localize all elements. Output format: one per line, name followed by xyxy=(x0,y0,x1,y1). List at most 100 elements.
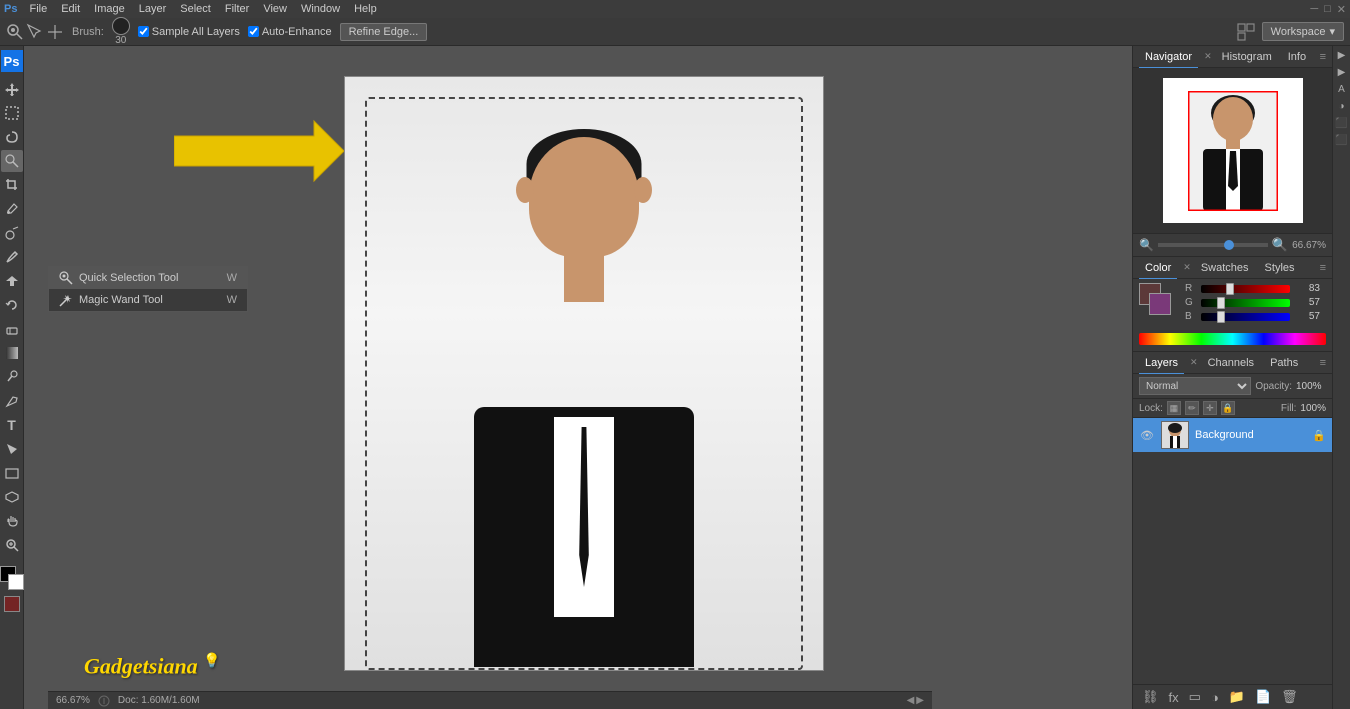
hand-tool[interactable] xyxy=(1,510,23,532)
menu-select[interactable]: Select xyxy=(174,0,217,18)
dodge-tool[interactable] xyxy=(1,366,23,388)
red-label: R xyxy=(1185,283,1197,294)
layer-new-button[interactable]: 📄 xyxy=(1252,688,1274,706)
restore-button[interactable]: □ xyxy=(1324,3,1331,16)
eyedropper-tool[interactable] xyxy=(1,198,23,220)
quick-selection-tool[interactable] xyxy=(1,150,23,172)
menu-image[interactable]: Image xyxy=(88,0,131,18)
refine-edge-button[interactable]: Refine Edge... xyxy=(340,23,428,41)
workspace-button[interactable]: Workspace ▾ xyxy=(1262,22,1344,41)
layers-expand-icon[interactable]: ≡ xyxy=(1320,357,1326,369)
lock-position[interactable]: ✛ xyxy=(1203,401,1217,415)
red-slider-thumb[interactable] xyxy=(1226,283,1234,295)
eraser-tool[interactable] xyxy=(1,318,23,340)
menu-edit[interactable]: Edit xyxy=(55,0,86,18)
minimize-button[interactable]: ─ xyxy=(1310,3,1318,16)
blue-slider[interactable] xyxy=(1201,313,1290,321)
menu-filter[interactable]: Filter xyxy=(219,0,255,18)
background-color[interactable] xyxy=(8,574,24,590)
side-icon-2[interactable]: ▶ xyxy=(1338,67,1346,78)
side-icon-3[interactable]: A xyxy=(1338,84,1345,95)
status-icon[interactable] xyxy=(98,695,110,707)
brush-tool[interactable] xyxy=(1,246,23,268)
sample-all-layers-checkbox[interactable]: Sample All Layers xyxy=(138,26,240,38)
blue-slider-thumb[interactable] xyxy=(1217,311,1225,323)
color-close-tab[interactable]: ✕ xyxy=(1183,262,1191,273)
side-icon-5[interactable]: ⬛ xyxy=(1335,118,1347,129)
menu-layer[interactable]: Layer xyxy=(133,0,173,18)
marquee-tool[interactable] xyxy=(1,102,23,124)
3d-tool[interactable] xyxy=(1,486,23,508)
layer-visibility-toggle[interactable]: 👁 xyxy=(1139,427,1155,443)
lock-image-pixels[interactable]: ✏ xyxy=(1185,401,1199,415)
tab-info[interactable]: Info xyxy=(1282,46,1312,68)
tab-swatches[interactable]: Swatches xyxy=(1195,257,1255,279)
quick-mask-mode[interactable] xyxy=(4,596,20,612)
menu-window[interactable]: Window xyxy=(295,0,346,18)
tab-styles[interactable]: Styles xyxy=(1259,257,1301,279)
zoom-slider[interactable] xyxy=(1158,243,1268,247)
green-slider[interactable] xyxy=(1201,299,1290,307)
brush-picker[interactable]: 30 xyxy=(112,17,130,46)
color-fg-bg[interactable] xyxy=(1139,283,1171,315)
tab-color[interactable]: Color xyxy=(1139,257,1177,279)
tab-channels[interactable]: Channels xyxy=(1202,352,1260,374)
layers-close-tab[interactable]: ✕ xyxy=(1190,357,1198,368)
foreground-background-colors[interactable] xyxy=(0,566,24,590)
blend-mode-select[interactable]: Normal xyxy=(1139,377,1251,395)
shape-tool[interactable] xyxy=(1,462,23,484)
path-selection-tool[interactable] xyxy=(1,438,23,460)
navigator-close-tab[interactable]: ✕ xyxy=(1204,51,1212,62)
red-slider[interactable] xyxy=(1201,285,1290,293)
side-icon-4[interactable]: ◑ xyxy=(1338,101,1344,112)
side-icon-6[interactable]: ⬛ xyxy=(1335,135,1347,146)
zoom-out-icon[interactable]: 🔍 xyxy=(1139,238,1154,252)
menu-view[interactable]: View xyxy=(257,0,293,18)
menu-file[interactable]: File xyxy=(23,0,53,18)
gradient-tool[interactable] xyxy=(1,342,23,364)
magic-wand-tool-menu-item[interactable]: Magic Wand Tool W xyxy=(49,289,247,311)
layer-group-button[interactable]: 📁 xyxy=(1226,688,1248,706)
tab-layers[interactable]: Layers xyxy=(1139,352,1184,374)
quick-selection-tool-menu-item[interactable]: Quick Selection Tool W xyxy=(49,267,247,289)
background-color-swatch[interactable] xyxy=(1149,293,1171,315)
auto-enhance-checkbox[interactable]: Auto-Enhance xyxy=(248,26,332,38)
tab-navigator[interactable]: Navigator xyxy=(1139,46,1198,68)
pen-tool[interactable] xyxy=(1,390,23,412)
crop-tool[interactable] xyxy=(1,174,23,196)
zoom-slider-thumb[interactable] xyxy=(1224,240,1234,250)
layer-mask-button[interactable]: ▭ xyxy=(1186,688,1204,706)
lock-transparent-pixels[interactable]: ▦ xyxy=(1167,401,1181,415)
layer-delete-button[interactable]: 🗑 xyxy=(1278,688,1301,706)
lasso-tool[interactable] xyxy=(1,126,23,148)
layer-adjustment-button[interactable]: ◑ xyxy=(1208,689,1222,706)
clone-stamp-tool[interactable] xyxy=(1,270,23,292)
canvas-area[interactable]: Quick Selection Tool W Magic Wand Tool W xyxy=(24,46,1132,709)
menu-help[interactable]: Help xyxy=(348,0,383,18)
side-icon-1[interactable]: ▶ xyxy=(1336,50,1347,61)
blue-label: B xyxy=(1185,311,1197,322)
layer-fx-button[interactable]: fx xyxy=(1166,689,1182,706)
color-expand-icon[interactable]: ≡ xyxy=(1320,262,1326,274)
sample-all-layers-input[interactable] xyxy=(138,26,149,37)
history-brush-tool[interactable] xyxy=(1,294,23,316)
lock-all[interactable]: 🔒 xyxy=(1221,401,1235,415)
layer-background[interactable]: 👁 Backgroun xyxy=(1133,418,1332,452)
healing-brush-tool[interactable] xyxy=(1,222,23,244)
scroll-right[interactable]: ▶ xyxy=(916,695,924,706)
auto-enhance-input[interactable] xyxy=(248,26,259,37)
green-slider-thumb[interactable] xyxy=(1217,297,1225,309)
tab-histogram[interactable]: Histogram xyxy=(1216,46,1278,68)
color-spectrum-bar[interactable] xyxy=(1139,333,1326,345)
navigator-panel: Navigator ✕ Histogram Info ≡ xyxy=(1133,46,1332,257)
navigator-expand-icon[interactable]: ≡ xyxy=(1320,51,1326,63)
move-tool[interactable] xyxy=(1,78,23,100)
zoom-in-icon[interactable]: 🔍 xyxy=(1272,237,1288,253)
text-tool[interactable]: T xyxy=(1,414,23,436)
layer-link-button[interactable]: ⛓ xyxy=(1139,688,1162,706)
tab-paths[interactable]: Paths xyxy=(1264,352,1304,374)
scroll-left[interactable]: ◀ xyxy=(907,695,915,706)
zoom-tool[interactable] xyxy=(1,534,23,556)
close-button[interactable]: ✕ xyxy=(1337,3,1346,16)
arrow-svg xyxy=(174,116,344,186)
